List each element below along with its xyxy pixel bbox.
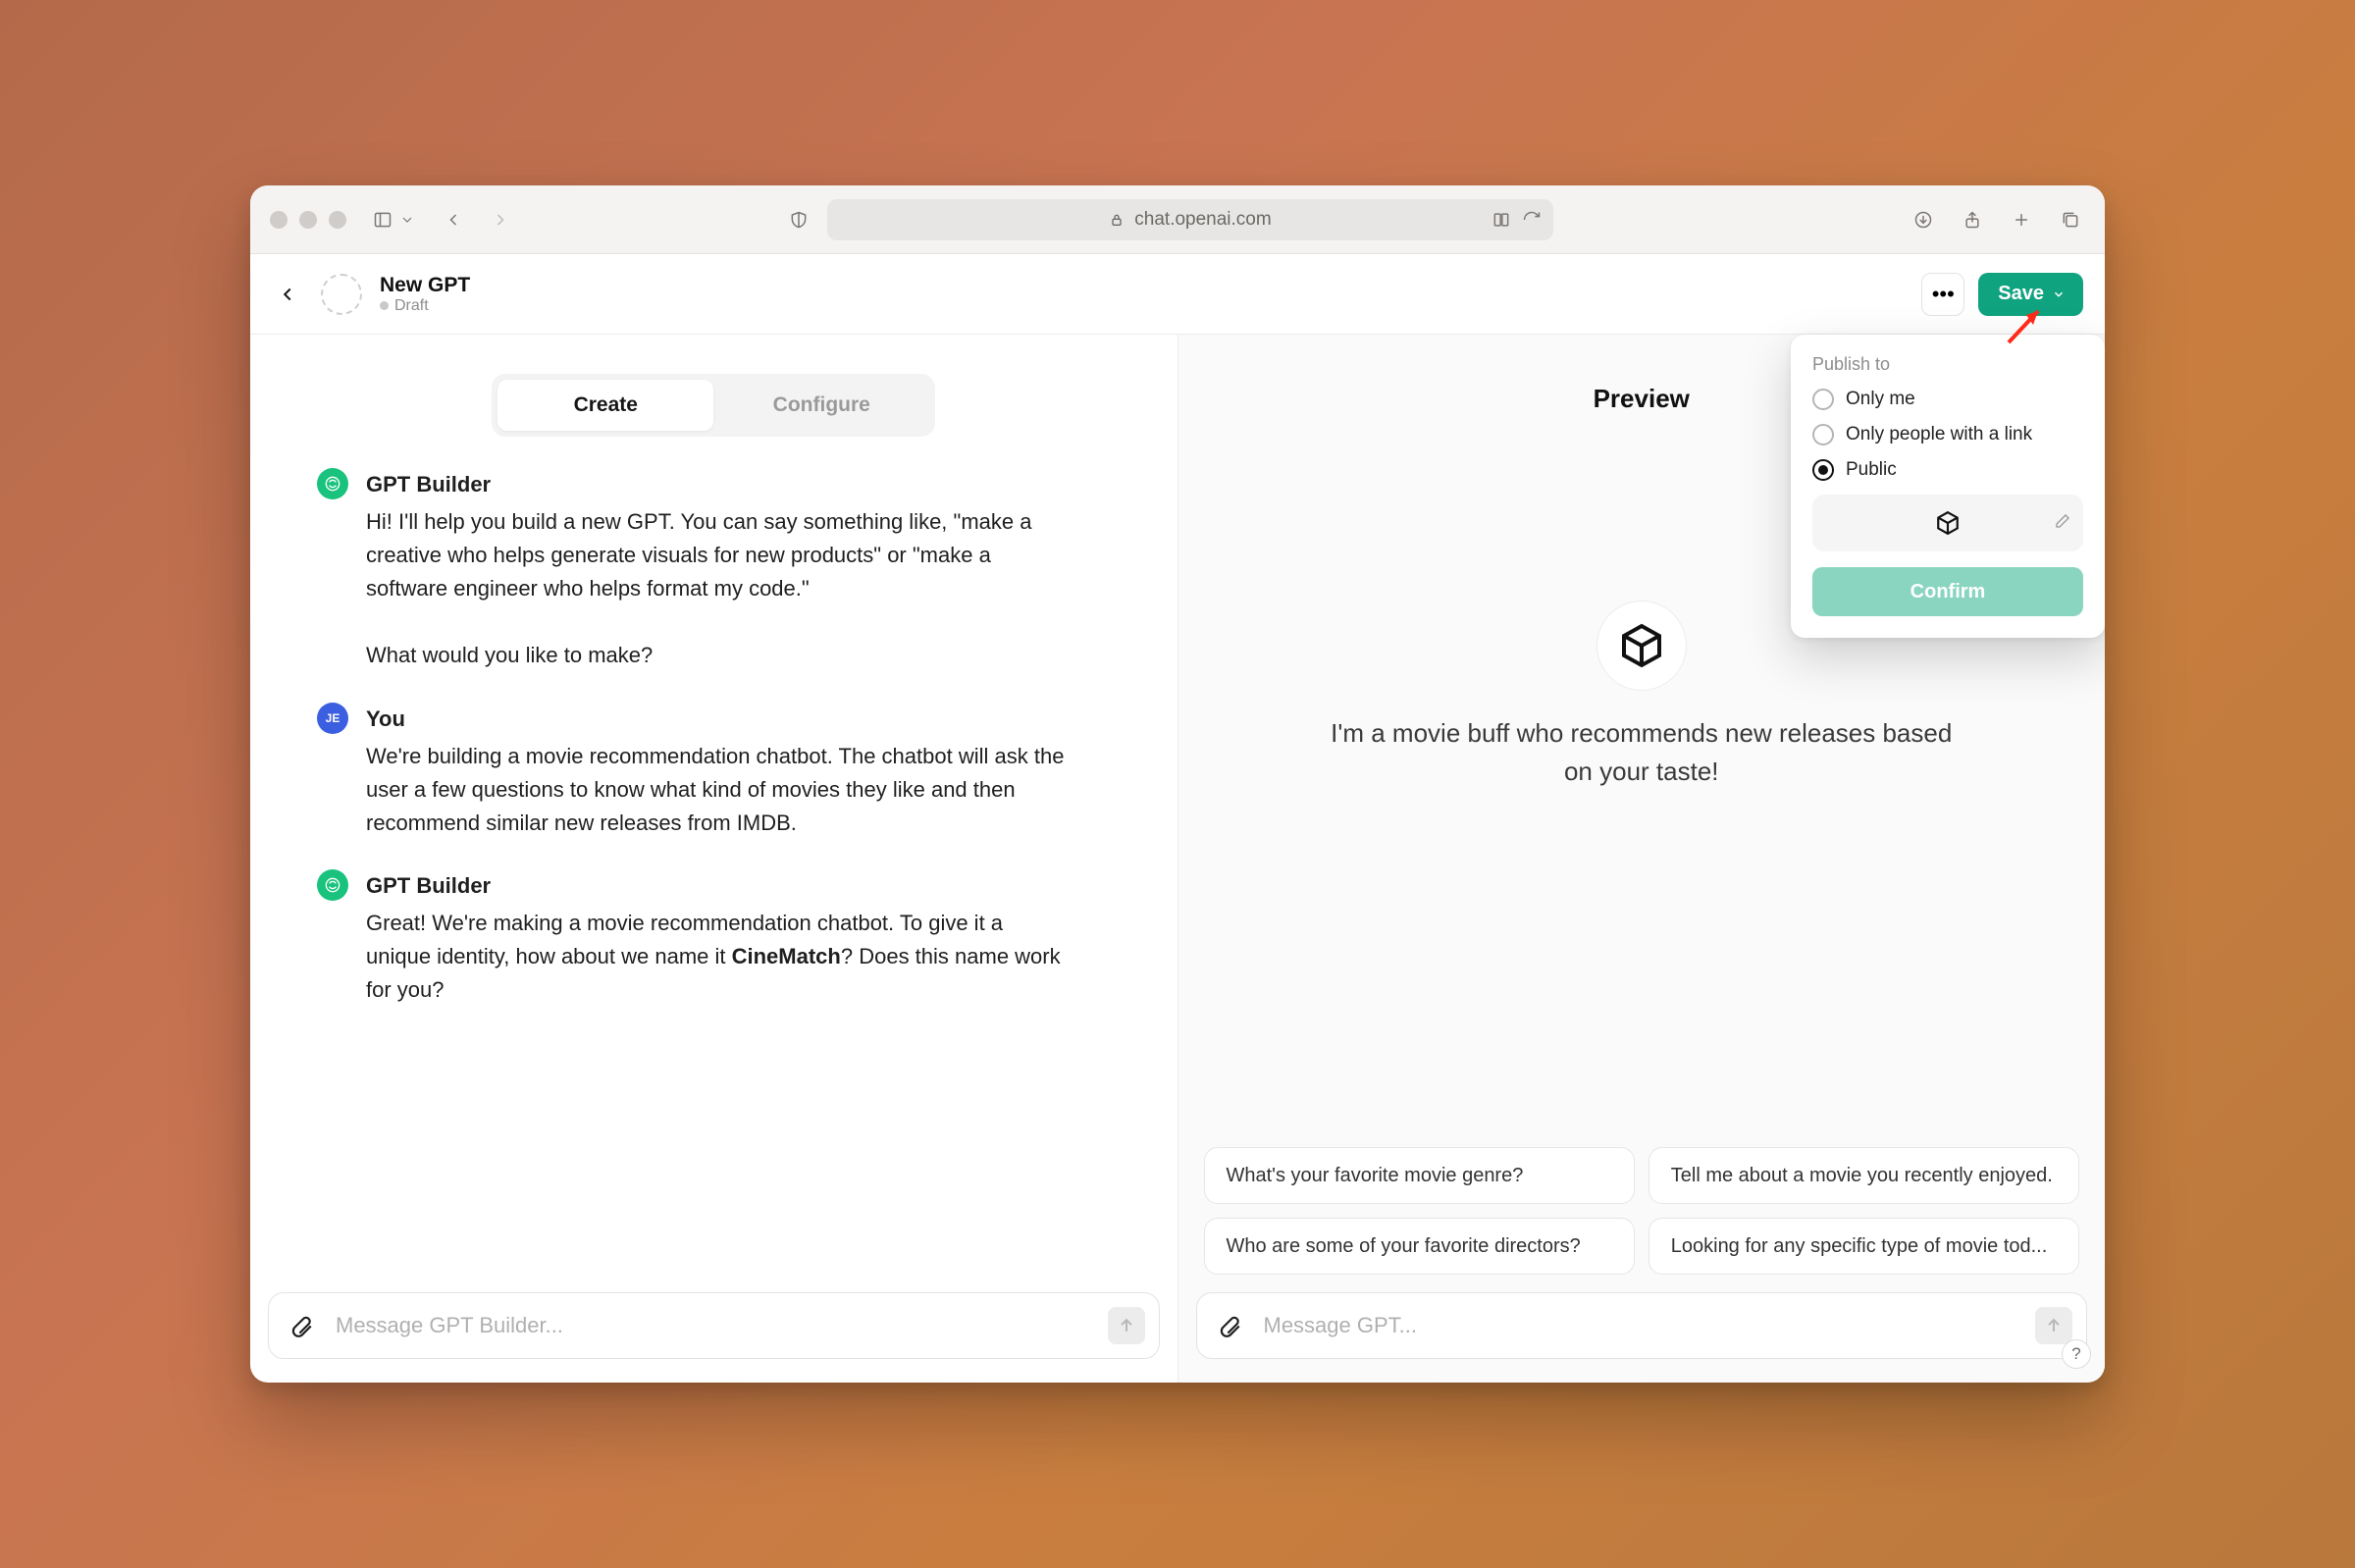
message-bot: GPT Builder Great! We're making a movie … [317,869,1070,1007]
attach-icon[interactable] [283,1307,320,1344]
message-text: What would you like to make? [366,639,1070,672]
share-icon[interactable] [1958,205,1987,235]
confirm-button[interactable]: Confirm [1812,567,2083,616]
builder-panel: Create Configure GPT Builder Hi! I'll he… [250,335,1178,1383]
cube-icon [1618,622,1665,669]
publish-option-only-me[interactable]: Only me [1812,389,2083,410]
publish-popover: Publish to Only me Only people with a li… [1791,335,2105,638]
preview-tagline: I'm a movie buff who recommends new rele… [1328,714,1956,791]
gpt-logo-placeholder [1596,601,1687,691]
privacy-shield-icon[interactable] [784,205,813,235]
send-button[interactable] [2035,1307,2072,1344]
message-text: Great! We're making a movie recommendati… [366,907,1070,1007]
browser-toolbar: chat.openai.com [250,185,2105,254]
sidebar-toggle-icon[interactable] [368,205,397,235]
publish-option-link[interactable]: Only people with a link [1812,424,2083,445]
cube-icon [1935,510,1961,536]
edit-icon[interactable] [2054,512,2071,535]
url-text: chat.openai.com [1134,209,1271,231]
sender-label: You [366,703,1070,736]
message-you: JE You We're building a movie recommenda… [317,703,1070,840]
suggestion-chip[interactable]: What's your favorite movie genre? [1204,1147,1635,1204]
sidebar-dropdown-icon[interactable] [399,205,415,235]
app-header: New GPT Draft ••• Save [250,254,2105,335]
tabs-overview-icon[interactable] [2056,205,2085,235]
gpt-avatar-placeholder [321,274,362,315]
maximize-window-icon[interactable] [329,211,346,229]
user-avatar: JE [317,703,348,734]
downloads-icon[interactable] [1909,205,1938,235]
builder-input[interactable] [268,1292,1160,1359]
suggestion-chip[interactable]: Tell me about a movie you recently enjoy… [1648,1147,2079,1204]
publish-option-public[interactable]: Public [1812,459,2083,481]
tab-configure[interactable]: Configure [713,380,929,431]
sender-label: GPT Builder [366,869,1070,903]
tabs: Create Configure [492,374,935,437]
radio-icon [1812,459,1834,481]
radio-icon [1812,424,1834,445]
send-button[interactable] [1108,1307,1145,1344]
builder-input-field[interactable] [336,1313,1092,1338]
suggestion-chip[interactable]: Who are some of your favorite directors? [1204,1218,1635,1275]
conversation: GPT Builder Hi! I'll help you build a ne… [250,458,1178,1275]
close-window-icon[interactable] [270,211,288,229]
message-text: We're building a movie recommendation ch… [366,740,1070,840]
message-bot: GPT Builder Hi! I'll help you build a ne… [317,468,1070,673]
more-options-button[interactable]: ••• [1921,273,1964,316]
browser-window: chat.openai.com New GPT Draft ••• Save [250,185,2105,1383]
nav-back-icon[interactable] [439,205,468,235]
help-button[interactable]: ? [2062,1339,2091,1369]
lock-icon [1109,212,1125,228]
preview-panel: Preview I'm a movie buff who recommends … [1178,335,2106,1383]
window-controls [270,211,346,229]
reload-icon[interactable] [1522,205,1542,235]
back-button[interactable] [272,279,303,310]
status-badge: Draft [380,297,470,315]
sender-label: GPT Builder [366,468,1070,501]
popover-heading: Publish to [1812,354,2083,375]
attach-icon[interactable] [1211,1307,1248,1344]
reader-icon[interactable] [1491,205,1512,235]
app-body: Create Configure GPT Builder Hi! I'll he… [250,335,2105,1383]
chevron-down-icon [2052,287,2066,301]
preview-input-field[interactable] [1264,1313,2020,1338]
suggestion-grid: What's your favorite movie genre? Tell m… [1178,1129,2106,1275]
page-title: New GPT [380,274,470,297]
suggestion-chip[interactable]: Looking for any specific type of movie t… [1648,1218,2079,1275]
popover-gpt-preview [1812,495,2083,551]
tab-create[interactable]: Create [497,380,713,431]
bot-avatar-icon [317,468,348,499]
new-tab-icon[interactable] [2007,205,2036,235]
address-bar[interactable]: chat.openai.com [827,199,1553,240]
radio-icon [1812,389,1834,410]
preview-input[interactable] [1196,1292,2088,1359]
save-button-label: Save [1998,283,2044,305]
minimize-window-icon[interactable] [299,211,317,229]
nav-forward-icon[interactable] [486,205,515,235]
annotation-arrow-icon [1999,303,2048,357]
bot-avatar-icon [317,869,348,901]
message-text: Hi! I'll help you build a new GPT. You c… [366,505,1070,605]
